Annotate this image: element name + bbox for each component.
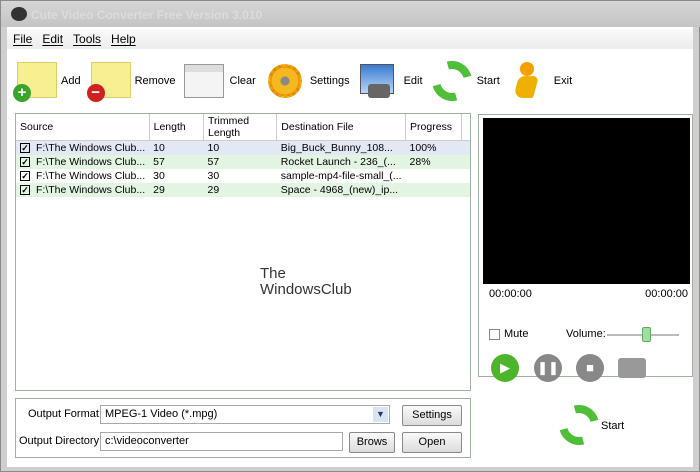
video-preview (483, 118, 690, 284)
remove-button[interactable]: − Remove (86, 60, 176, 102)
menu-file[interactable]: File (13, 32, 32, 46)
col-destination-file[interactable]: Destination File (276, 114, 407, 141)
col-progress[interactable]: Progress (405, 114, 462, 141)
remove-note-icon: − (86, 60, 133, 102)
pause-button[interactable]: ❚❚ (534, 354, 562, 382)
stop-button[interactable]: ■ (576, 354, 604, 382)
start-button[interactable]: Start (551, 397, 624, 453)
table-row[interactable]: ✓ F:\The Windows Club... 29 29 Space - 4968_… (16, 182, 470, 197)
add-note-icon: + (13, 60, 59, 102)
row-checkbox[interactable]: ✓ (20, 142, 30, 153)
add-button[interactable]: + Add (13, 60, 81, 102)
preview-panel: 00:00:00 00:00:00 Mute Volume: ▶ ❚❚ ■ (478, 114, 693, 382)
time-end: 00:00:00 (645, 288, 688, 300)
table-row[interactable]: ✓ F:\The Windows Club... 30 30 sample-mp4-fi… (16, 169, 470, 183)
blank-window-icon (182, 60, 228, 102)
menu-edit[interactable]: Edit (42, 32, 63, 46)
toolbar: + Add − Remove Clear Settings Edit Start E… (13, 53, 578, 109)
volume-slider[interactable] (607, 327, 679, 342)
output-directory-label: Output Directory: (19, 435, 103, 447)
output-format-select[interactable]: MPEG-1 Video (*.mpg) ▼ (100, 405, 390, 424)
edit-button[interactable]: Edit (356, 60, 423, 102)
window-title: Cute Video Converter Free Version 3.010 (31, 8, 263, 22)
volume-thumb[interactable] (641, 327, 651, 342)
film-reel-icon (11, 7, 27, 21)
app-window: Cute Video Converter Free Version 3.010 … (0, 0, 700, 472)
chevron-down-icon[interactable]: ▼ (373, 407, 388, 422)
refresh-arrows-icon (424, 53, 479, 109)
table-row[interactable]: ✓ F:\The Windows Club... 57 57 Rocket Launch… (16, 154, 470, 169)
row-checkbox[interactable]: ✓ (20, 170, 30, 181)
volume-label: Volume: (566, 328, 606, 340)
table-header: Source Length Trimmed Length Destination… (16, 114, 470, 141)
col-source[interactable]: Source (16, 114, 150, 141)
mute-checkbox[interactable]: Mute (489, 328, 528, 340)
menu-help[interactable]: Help (111, 32, 136, 46)
title-bar: Cute Video Converter Free Version 3.010 (1, 1, 700, 27)
refresh-arrows-icon (551, 397, 607, 453)
time-start: 00:00:00 (489, 288, 532, 300)
open-button[interactable]: Open (402, 432, 462, 453)
output-panel: Output Format: MPEG-1 Video (*.mpg) ▼ Set… (15, 398, 471, 458)
output-format-label: Output Format: (28, 408, 102, 420)
watermark: The WindowsClub (260, 265, 352, 298)
gear-icon (262, 60, 308, 102)
output-directory-input[interactable]: c:\videoconverter (100, 432, 343, 451)
menu-tools[interactable]: Tools (73, 32, 101, 46)
settings-button[interactable]: Settings (262, 60, 350, 102)
row-checkbox[interactable]: ✓ (20, 184, 30, 195)
col-length[interactable]: Length (149, 114, 205, 141)
snapshot-camera-icon[interactable] (618, 358, 646, 378)
row-checkbox[interactable]: ✓ (20, 156, 30, 167)
photo-camera-icon (356, 60, 402, 102)
browse-button[interactable]: Brows (349, 432, 395, 453)
start-toolbar-button[interactable]: Start (424, 53, 500, 109)
output-settings-button[interactable]: Settings (402, 405, 462, 426)
file-list[interactable]: Source Length Trimmed Length Destination… (15, 113, 471, 391)
client-area: File Edit Tools Help + Add − Remove Clear … (7, 27, 693, 467)
menu-bar: File Edit Tools Help (7, 29, 693, 49)
table-row[interactable]: ✓ F:\The Windows Club... 10 10 Big_Buck_Bunn… (16, 140, 470, 155)
col-trimmed-length[interactable]: Trimmed Length (203, 114, 278, 141)
running-man-icon (506, 60, 552, 102)
clear-button[interactable]: Clear (182, 60, 256, 102)
play-button[interactable]: ▶ (491, 354, 519, 382)
exit-button[interactable]: Exit (506, 60, 572, 102)
